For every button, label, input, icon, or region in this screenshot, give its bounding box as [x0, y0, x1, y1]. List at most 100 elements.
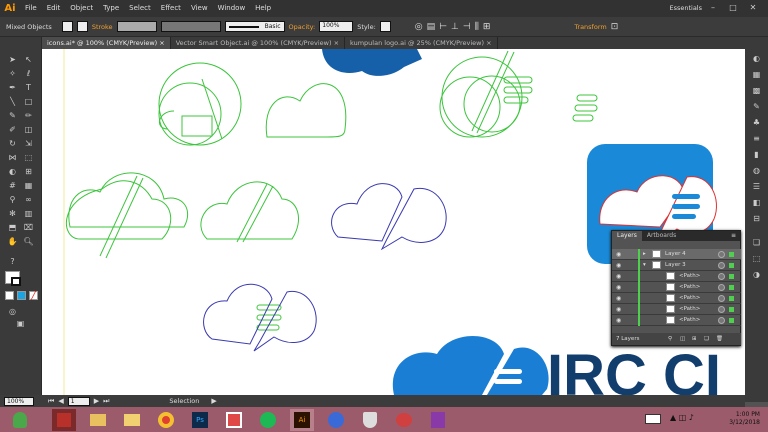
- last-artboard-icon[interactable]: ⏭: [103, 397, 109, 406]
- collapse-arrow-icon[interactable]: ▾: [643, 260, 646, 271]
- selection-square[interactable]: [729, 285, 734, 290]
- illustrator-taskbar-icon[interactable]: Ai: [290, 408, 314, 431]
- stroke-label[interactable]: Stroke: [92, 23, 113, 31]
- winrar-taskbar-icon[interactable]: [52, 408, 76, 431]
- media-taskbar-icon[interactable]: [324, 409, 348, 431]
- align-icon[interactable]: ▤: [427, 22, 436, 32]
- selection-square[interactable]: [729, 252, 734, 257]
- mesh-tool-icon[interactable]: #: [5, 179, 20, 192]
- align-center-icon[interactable]: ⊥: [451, 22, 459, 32]
- slice-tool-icon[interactable]: ⌧: [21, 221, 36, 234]
- isolate-icon[interactable]: ⊡: [611, 22, 619, 32]
- direct-selection-tool-icon[interactable]: ↖: [21, 53, 36, 66]
- layer-row[interactable]: ◉ <Path>: [612, 315, 741, 326]
- tab-vector-smart-object[interactable]: Vector Smart Object.ai @ 100% (CMYK/Prev…: [171, 37, 346, 49]
- visibility-eye-icon[interactable]: ◉: [616, 282, 624, 293]
- hand-tool-icon[interactable]: ✋: [5, 235, 20, 248]
- perspective-grid-tool-icon[interactable]: ⊞: [21, 165, 36, 178]
- recolor-icon[interactable]: ◎: [415, 22, 423, 32]
- target-circle-icon[interactable]: [718, 251, 725, 258]
- layer-name[interactable]: <Path>: [679, 293, 700, 304]
- start-button-icon[interactable]: [8, 409, 32, 431]
- color-mode-icon[interactable]: [5, 291, 14, 300]
- maximize-icon[interactable]: □: [726, 2, 740, 14]
- stroke-swatch[interactable]: [76, 21, 88, 32]
- menu-edit[interactable]: Edit: [42, 0, 66, 17]
- artboards-panel-icon[interactable]: ⬚: [750, 253, 763, 264]
- app-taskbar-icon[interactable]: [222, 409, 246, 431]
- magic-wand-tool-icon[interactable]: ✧: [5, 67, 20, 80]
- color-guide-icon[interactable]: ▦: [750, 69, 763, 80]
- eyedropper-tool-icon[interactable]: ⚲: [5, 193, 20, 206]
- shape-builder-tool-icon[interactable]: ◐: [5, 165, 20, 178]
- target-circle-icon[interactable]: [718, 262, 725, 269]
- help-icon[interactable]: ?: [5, 255, 20, 268]
- chrome-taskbar-icon[interactable]: [154, 409, 178, 431]
- menu-view[interactable]: View: [186, 0, 213, 17]
- appearance-icon[interactable]: ☰: [750, 181, 763, 192]
- variable-width-select[interactable]: [160, 21, 221, 32]
- visibility-eye-icon[interactable]: ◉: [616, 304, 624, 315]
- layers-panel-icon[interactable]: ❏: [750, 237, 763, 248]
- opacity-field[interactable]: 100%: [319, 21, 354, 32]
- layer-name[interactable]: <Path>: [679, 271, 700, 282]
- workspace-switcher[interactable]: Essentials: [669, 4, 702, 12]
- stroke-color-icon[interactable]: [11, 277, 21, 286]
- rotate-tool-icon[interactable]: ↻: [5, 137, 20, 150]
- transform-panel-icon[interactable]: ⊞: [483, 22, 491, 32]
- system-tray-icons[interactable]: ▲ ◫ ♪: [670, 413, 694, 422]
- swatches-icon[interactable]: ▩: [750, 85, 763, 96]
- clipping-mask-icon[interactable]: ◫: [680, 333, 685, 345]
- selection-square[interactable]: [729, 296, 734, 301]
- target-circle-icon[interactable]: [718, 273, 725, 280]
- visibility-eye-icon[interactable]: ◉: [616, 293, 624, 304]
- panel-menu-icon[interactable]: ≡: [731, 231, 740, 241]
- close-icon[interactable]: ✕: [746, 2, 760, 14]
- transform-label[interactable]: Transform: [574, 23, 606, 31]
- pathfinder-icon[interactable]: ◑: [750, 269, 763, 280]
- transparency-icon[interactable]: ◍: [750, 165, 763, 176]
- fill-swatch[interactable]: [61, 21, 73, 32]
- visibility-eye-icon[interactable]: ◉: [616, 260, 624, 271]
- pen-tool-icon[interactable]: ✒: [5, 81, 20, 94]
- tab-close-icon[interactable]: ×: [486, 39, 491, 47]
- delete-layer-icon[interactable]: 🗑︎: [716, 333, 723, 345]
- blob-brush-tool-icon[interactable]: ✐: [5, 123, 20, 136]
- expand-arrow-icon[interactable]: ▸: [643, 249, 646, 260]
- locate-object-icon[interactable]: ⚲: [668, 333, 672, 345]
- align-panel-icon[interactable]: ⊟: [750, 213, 763, 224]
- menu-select[interactable]: Select: [124, 0, 156, 17]
- folder-taskbar-icon[interactable]: [120, 409, 144, 431]
- artboard-tool-icon[interactable]: ⬒: [5, 221, 20, 234]
- new-layer-icon[interactable]: ❏: [704, 333, 709, 345]
- photoshop-taskbar-icon[interactable]: Ps: [188, 409, 212, 431]
- visibility-eye-icon[interactable]: ◉: [616, 271, 624, 282]
- style-swatch[interactable]: [379, 21, 391, 32]
- snipping-tool-taskbar-icon[interactable]: [392, 409, 416, 431]
- stroke-panel-icon[interactable]: ≡: [750, 133, 763, 144]
- prev-artboard-icon[interactable]: ◀: [58, 397, 63, 405]
- blend-tool-icon[interactable]: ∞: [21, 193, 36, 206]
- distribute-icon[interactable]: ⫼: [475, 22, 479, 32]
- menu-effect[interactable]: Effect: [156, 0, 186, 17]
- brush-select[interactable]: Basic: [224, 21, 285, 32]
- stroke-weight-field[interactable]: [116, 21, 157, 32]
- tab-layers[interactable]: Layers: [612, 231, 642, 241]
- gradient-panel-icon[interactable]: ▮: [750, 149, 763, 160]
- screen-mode-icon[interactable]: ▣: [13, 317, 28, 330]
- next-artboard-icon[interactable]: ▶: [94, 397, 99, 405]
- selection-tool-icon[interactable]: ➤: [5, 53, 20, 66]
- brushes-icon[interactable]: ✎: [750, 101, 763, 112]
- file-explorer-taskbar-icon[interactable]: [86, 409, 110, 431]
- tab-icons[interactable]: icons.ai* @ 100% (CMYK/Preview) ×: [42, 37, 171, 49]
- system-clock[interactable]: 1:00 PM 3/12/2018: [729, 411, 760, 427]
- layer-row[interactable]: ◉ ▸ Layer 4: [612, 249, 741, 260]
- free-transform-tool-icon[interactable]: ⬚: [21, 151, 36, 164]
- align-left-icon[interactable]: ⊢: [439, 22, 447, 32]
- selection-square[interactable]: [729, 274, 734, 279]
- zoom-tool-icon[interactable]: 🔍︎: [21, 235, 36, 248]
- target-circle-icon[interactable]: [718, 295, 725, 302]
- artboard-number-field[interactable]: 1: [67, 396, 90, 406]
- visibility-eye-icon[interactable]: ◉: [616, 249, 624, 260]
- new-sublayer-icon[interactable]: ⊞: [692, 333, 697, 345]
